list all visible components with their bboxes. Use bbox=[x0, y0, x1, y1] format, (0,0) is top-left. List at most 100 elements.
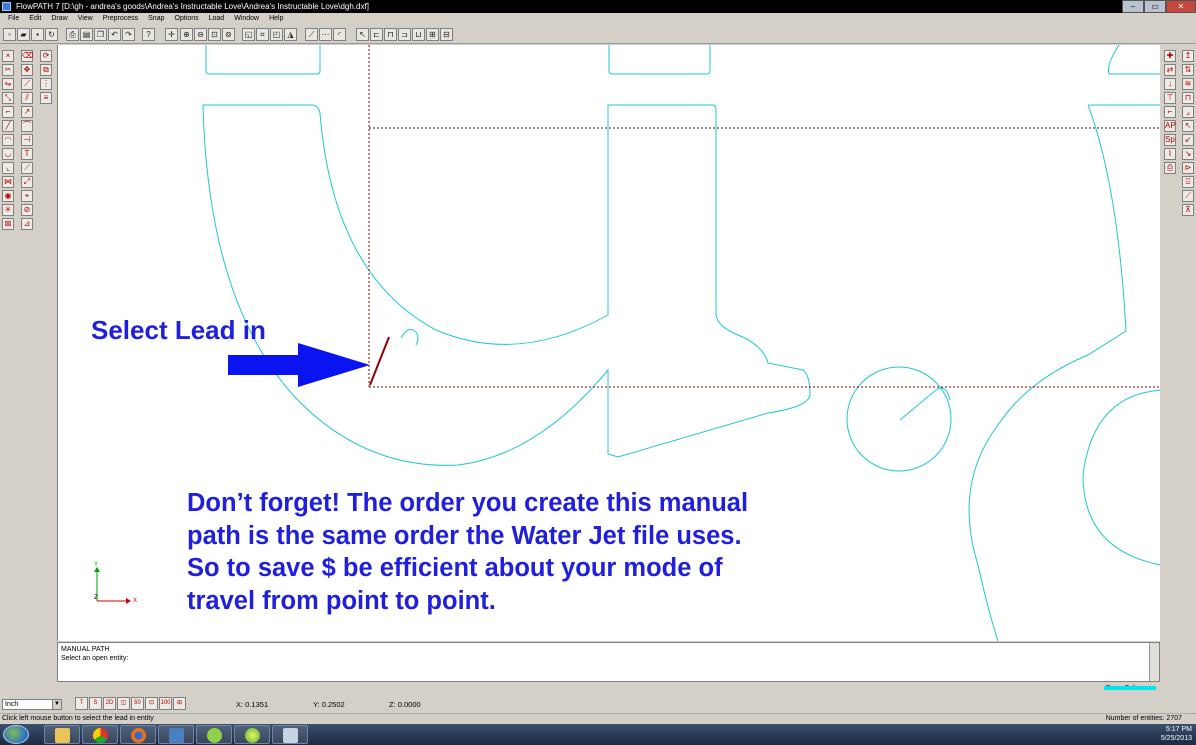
rotate-icon[interactable]: ⟳ bbox=[40, 50, 52, 62]
auto-path-icon[interactable]: ⇄ bbox=[1164, 64, 1176, 76]
path-end-icon[interactable]: ↥ bbox=[1182, 50, 1194, 62]
break-icon[interactable]: ⊣ bbox=[21, 134, 33, 146]
menu-preprocess[interactable]: Preprocess bbox=[98, 13, 143, 25]
align-left-icon[interactable]: ⊏ bbox=[370, 28, 383, 41]
erase-icon[interactable]: ⌫ bbox=[21, 50, 33, 62]
zoom-window-icon[interactable]: ⊡ bbox=[208, 28, 221, 41]
lead-in-icon[interactable]: ⌐ bbox=[2, 106, 14, 118]
head-move-icon[interactable]: ↘ bbox=[1182, 148, 1194, 160]
ap-icon[interactable]: AP bbox=[1164, 120, 1176, 132]
distribute-icon[interactable]: ⊔ bbox=[412, 28, 425, 41]
taskbar-firefox[interactable] bbox=[120, 725, 156, 744]
print-icon[interactable]: ⎙ bbox=[66, 28, 79, 41]
join-icon[interactable]: ⋈ bbox=[2, 176, 14, 188]
zoom-out-icon[interactable]: ⊖ bbox=[194, 28, 207, 41]
align-center-icon[interactable]: ⊓ bbox=[384, 28, 397, 41]
menu-view[interactable]: View bbox=[73, 13, 98, 25]
sp-icon[interactable]: Sp bbox=[1164, 134, 1176, 146]
trim-icon[interactable]: ✂ bbox=[2, 64, 14, 76]
reverse-path-icon[interactable]: ↙ bbox=[1182, 134, 1194, 146]
path-edit-icon[interactable]: ⟋ bbox=[1182, 190, 1194, 202]
layer-icon[interactable]: ≡ bbox=[40, 92, 52, 104]
path-delete-icon[interactable]: ⊼ bbox=[1182, 204, 1194, 216]
menu-file[interactable]: File bbox=[3, 13, 24, 25]
group-icon[interactable]: ⊞ bbox=[426, 28, 439, 41]
line-icon[interactable]: ╱ bbox=[2, 120, 14, 132]
menu-snap[interactable]: Snap bbox=[143, 13, 169, 25]
lead-direction-icon[interactable]: ↖ bbox=[1182, 120, 1194, 132]
save-icon[interactable]: ▪ bbox=[31, 28, 44, 41]
menu-edit[interactable]: Edit bbox=[24, 13, 46, 25]
ungroup-icon[interactable]: ⊟ bbox=[440, 28, 453, 41]
pierce-icon[interactable]: ↓ bbox=[1164, 78, 1176, 90]
extend-icon[interactable]: ⤢ bbox=[21, 176, 33, 188]
zoom-in-icon[interactable]: ⊕ bbox=[180, 28, 193, 41]
redraw-icon[interactable]: ◰ bbox=[270, 28, 283, 41]
view-iso-icon[interactable]: ◫ bbox=[117, 697, 130, 710]
zoom-all-icon[interactable]: ⌗ bbox=[256, 28, 269, 41]
move-icon[interactable]: ✥ bbox=[21, 64, 33, 76]
circle-arc-icon[interactable]: ◡ bbox=[2, 148, 14, 160]
target-icon[interactable]: ◉ bbox=[2, 190, 14, 202]
simulate-icon[interactable]: ⊳ bbox=[1182, 162, 1194, 174]
menu-draw[interactable]: Draw bbox=[46, 13, 72, 25]
minimize-button[interactable]: – bbox=[1122, 0, 1144, 13]
fillet-icon[interactable]: ⌞ bbox=[2, 162, 14, 174]
units-select[interactable]: Inch ▼ bbox=[2, 699, 62, 710]
menu-window[interactable]: Window bbox=[229, 13, 264, 25]
taskbar-app-green[interactable] bbox=[196, 725, 232, 744]
draw-color-swatch[interactable] bbox=[1104, 686, 1156, 690]
taskbar-chrome[interactable] bbox=[82, 725, 118, 744]
path-start-icon[interactable]: ✚ bbox=[1164, 50, 1176, 62]
taskbar-app-ball[interactable] bbox=[234, 725, 270, 744]
menu-load[interactable]: Load bbox=[204, 13, 230, 25]
text-icon[interactable]: T bbox=[21, 148, 33, 160]
lead-out-icon[interactable]: ↗ bbox=[21, 106, 33, 118]
delete-icon[interactable]: × bbox=[2, 50, 14, 62]
redo-icon[interactable]: ↷ bbox=[122, 28, 135, 41]
taskbar-explorer[interactable] bbox=[44, 725, 80, 744]
view-fit-icon[interactable]: ⊞ bbox=[173, 697, 186, 710]
path-order-icon[interactable]: ⇅ bbox=[1182, 64, 1194, 76]
scale-icon[interactable]: ⤡ bbox=[2, 92, 14, 104]
menu-options[interactable]: Options bbox=[170, 13, 204, 25]
start-button[interactable] bbox=[3, 725, 29, 744]
array-icon[interactable]: ⋮ bbox=[40, 78, 52, 90]
grid-icon[interactable]: ⋯ bbox=[319, 28, 332, 41]
post-icon[interactable]: ⎙ bbox=[1164, 162, 1176, 174]
new-file-icon[interactable]: ▫ bbox=[3, 28, 16, 41]
quality-icon[interactable]: ≋ bbox=[1182, 78, 1194, 90]
view-front-icon[interactable]: ⊡ bbox=[145, 697, 158, 710]
arc-tool-icon[interactable]: ◜ bbox=[333, 28, 346, 41]
explode-icon[interactable]: ✳ bbox=[2, 204, 14, 216]
preview-icon[interactable]: ▤ bbox=[80, 28, 93, 41]
view-side-icon[interactable]: S bbox=[89, 697, 102, 710]
polyline-icon[interactable]: ⌒ bbox=[21, 120, 33, 132]
chamfer-icon[interactable]: ⟋ bbox=[21, 162, 33, 174]
maximize-button[interactable]: ▭ bbox=[1144, 0, 1166, 13]
undo-icon[interactable]: ↶ bbox=[108, 28, 121, 41]
view-top-icon[interactable]: T bbox=[75, 697, 88, 710]
kerf-icon[interactable]: ⌐ bbox=[1164, 106, 1176, 118]
close-button[interactable]: ✕ bbox=[1166, 0, 1196, 13]
dimension-icon[interactable]: ⊿ bbox=[21, 218, 33, 230]
refresh-icon[interactable]: ↻ bbox=[45, 28, 58, 41]
arc-icon[interactable]: ◠ bbox=[2, 134, 14, 146]
tab-icon[interactable]: ⊤ bbox=[1164, 92, 1176, 104]
measure-icon[interactable]: ◮ bbox=[284, 28, 297, 41]
menu-help[interactable]: Help bbox=[264, 13, 288, 25]
view-100-icon[interactable]: 100 bbox=[159, 697, 172, 710]
taskbar-network[interactable] bbox=[158, 725, 194, 744]
split-icon[interactable]: ⊘ bbox=[21, 204, 33, 216]
taskbar-flowpath[interactable] bbox=[272, 725, 308, 744]
trace-icon[interactable]: ⌇ bbox=[1164, 148, 1176, 160]
command-scrollbar[interactable] bbox=[1149, 643, 1159, 681]
nest-icon[interactable]: ⌹ bbox=[1182, 176, 1194, 188]
line-tool-icon[interactable]: ⟋ bbox=[305, 28, 318, 41]
pan-icon[interactable]: ✛ bbox=[165, 28, 178, 41]
drawing-canvas[interactable]: X Y Z Select Lead in Don’t forget! The o… bbox=[57, 45, 1160, 641]
copy-entity-icon[interactable]: ⧉ bbox=[40, 64, 52, 76]
align-right-icon[interactable]: ⊐ bbox=[398, 28, 411, 41]
open-file-icon[interactable]: ▰ bbox=[17, 28, 30, 41]
corner-icon[interactable]: ⌟ bbox=[1182, 106, 1194, 118]
